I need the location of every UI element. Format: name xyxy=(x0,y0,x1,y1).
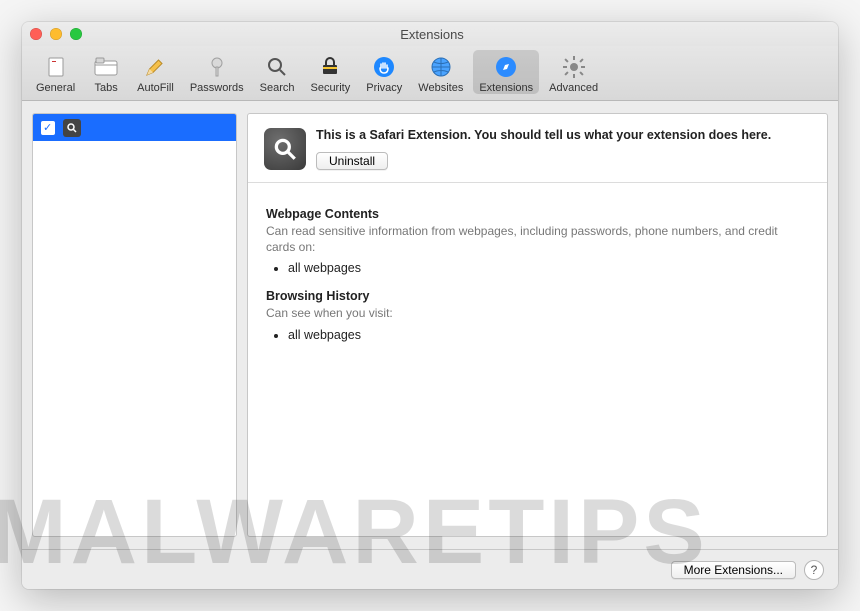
tab-privacy[interactable]: Privacy xyxy=(360,50,408,94)
permission-heading-webpage: Webpage Contents xyxy=(266,207,809,221)
general-icon xyxy=(41,52,71,82)
permission-heading-history: Browsing History xyxy=(266,289,809,303)
toolbar-item-label: Websites xyxy=(418,82,463,94)
more-extensions-button[interactable]: More Extensions... xyxy=(671,561,796,579)
tab-advanced[interactable]: Advanced xyxy=(543,50,604,94)
toolbar-item-label: Security xyxy=(310,82,350,94)
help-button[interactable]: ? xyxy=(804,560,824,580)
tab-security[interactable]: Security xyxy=(304,50,356,94)
permission-item: all webpages xyxy=(288,261,809,275)
tab-general[interactable]: General xyxy=(30,50,81,94)
tab-search[interactable]: Search xyxy=(254,50,301,94)
permission-subtitle-webpage: Can read sensitive information from webp… xyxy=(266,223,809,255)
toolbar-item-label: Advanced xyxy=(549,82,598,94)
toolbar-item-label: Tabs xyxy=(95,82,118,94)
tab-passwords[interactable]: Passwords xyxy=(184,50,250,94)
lock-icon xyxy=(315,52,345,82)
toolbar-item-label: General xyxy=(36,82,75,94)
search-icon xyxy=(262,52,292,82)
permission-subtitle-history: Can see when you visit: xyxy=(266,305,809,321)
tab-tabs[interactable]: Tabs xyxy=(85,50,127,94)
permission-item: all webpages xyxy=(288,328,809,342)
uninstall-button[interactable]: Uninstall xyxy=(316,152,388,170)
globe-icon xyxy=(426,52,456,82)
window-title: Extensions xyxy=(34,27,830,42)
extension-detail: This is a Safari Extension. You should t… xyxy=(247,113,828,537)
key-icon xyxy=(202,52,232,82)
sidebar-extension-item[interactable] xyxy=(33,114,236,141)
extension-header: This is a Safari Extension. You should t… xyxy=(248,114,827,183)
content-area: This is a Safari Extension. You should t… xyxy=(22,101,838,549)
search-icon xyxy=(63,119,81,137)
tab-websites[interactable]: Websites xyxy=(412,50,469,94)
toolbar-item-label: Search xyxy=(260,82,295,94)
preferences-toolbar: General Tabs AutoFill Passwords Search xyxy=(22,46,838,101)
preferences-window: Extensions General Tabs AutoFill Passwo xyxy=(22,22,838,589)
titlebar: Extensions xyxy=(22,22,838,46)
extensions-sidebar xyxy=(32,113,237,537)
toolbar-item-label: Extensions xyxy=(479,82,533,94)
extension-enabled-checkbox[interactable] xyxy=(41,121,55,135)
gear-icon xyxy=(559,52,589,82)
toolbar-item-label: AutoFill xyxy=(137,82,174,94)
tab-autofill[interactable]: AutoFill xyxy=(131,50,180,94)
window-footer: More Extensions... ? xyxy=(22,549,838,589)
extension-permissions: Webpage Contents Can read sensitive info… xyxy=(248,183,827,376)
extension-description: This is a Safari Extension. You should t… xyxy=(316,128,771,144)
compass-icon xyxy=(491,52,521,82)
toolbar-item-label: Passwords xyxy=(190,82,244,94)
extension-icon xyxy=(264,128,306,170)
pencil-icon xyxy=(140,52,170,82)
tab-extensions[interactable]: Extensions xyxy=(473,50,539,94)
hand-icon xyxy=(369,52,399,82)
toolbar-item-label: Privacy xyxy=(366,82,402,94)
tabs-icon xyxy=(91,52,121,82)
